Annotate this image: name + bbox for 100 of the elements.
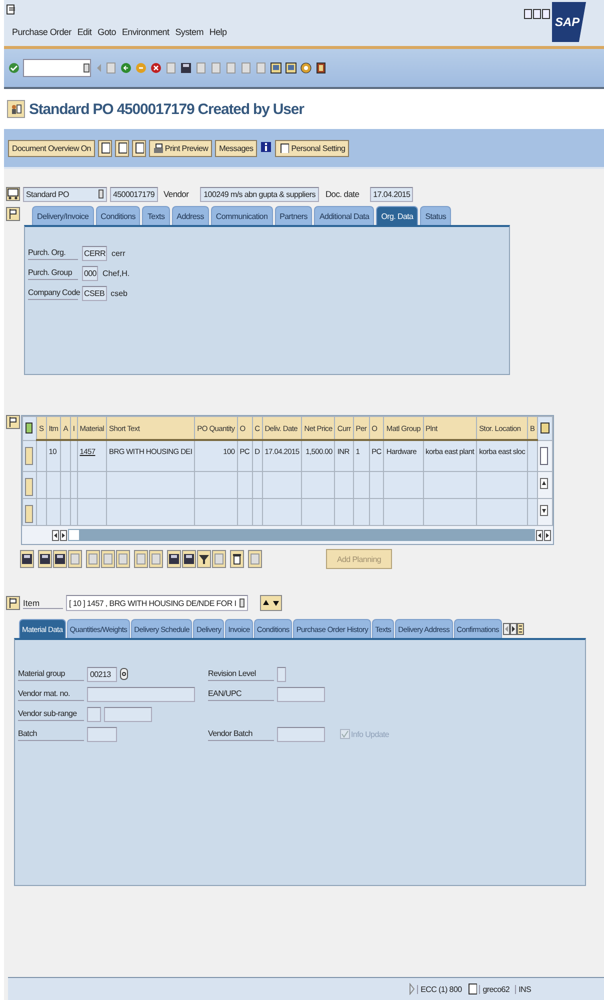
field-label: Batch: [18, 727, 84, 741]
back-icon[interactable]: [120, 62, 132, 74]
system-info: ECC (1) 800: [416, 984, 465, 994]
bin-icon: [231, 553, 243, 565]
system-menu-icon[interactable]: [6, 4, 16, 15]
tab[interactable]: Communication: [210, 206, 273, 225]
blank-document-icon: [87, 553, 99, 565]
horizontal-scrollbar[interactable]: [68, 529, 535, 541]
menu-item[interactable]: System: [175, 27, 204, 37]
dropdown-icon[interactable]: [239, 598, 246, 608]
print-preview-button[interactable]: Print Preview: [148, 140, 212, 156]
blank-document-icon: [150, 553, 162, 565]
field-label: EAN/UPC: [208, 687, 274, 701]
cancel-icon[interactable]: [150, 62, 162, 74]
checkbox-label: Info Update: [351, 730, 390, 738]
scroll-thumb[interactable]: [540, 446, 548, 464]
row-selector[interactable]: [25, 505, 33, 523]
next-item-icon[interactable]: [271, 596, 282, 610]
input-mode[interactable]: INS: [514, 984, 534, 994]
item-dropdown[interactable]: [ 10 ] 1457 , BRG WITH HOUSING DE/NDE FOR I: [66, 595, 248, 611]
tab-right-icon[interactable]: [510, 623, 517, 635]
field-description: Chef,H.: [102, 268, 130, 278]
scroll-right-icon[interactable]: [60, 530, 67, 540]
ean-upc-field[interactable]: [277, 686, 325, 702]
tab[interactable]: Status: [420, 206, 452, 225]
cart-icon[interactable]: [6, 187, 20, 201]
field-description: cseb: [110, 288, 128, 298]
blank-document-icon: [69, 553, 81, 565]
tab[interactable]: Partners: [274, 206, 312, 225]
blank-document-icon: [117, 553, 129, 565]
tab[interactable]: Additional Data: [314, 206, 374, 225]
funnel-icon: [198, 553, 210, 565]
document-icon: [134, 142, 144, 154]
menu-item[interactable]: Edit: [77, 27, 92, 37]
code-field[interactable]: CERR: [82, 246, 108, 260]
close-icon[interactable]: [542, 9, 550, 19]
sub-range-description-field[interactable]: [104, 706, 152, 722]
dropdown-icon[interactable]: [83, 63, 90, 73]
previous-item-icon[interactable]: [261, 596, 272, 610]
search-help-icon[interactable]: [120, 668, 128, 680]
vendor-field[interactable]: 100249 m/s abn gupta & suppliers: [200, 186, 320, 202]
system-list-icon[interactable]: [466, 983, 477, 995]
tab-left-icon[interactable]: [502, 623, 510, 635]
dropdown-icon[interactable]: [98, 189, 104, 199]
batch-field[interactable]: [87, 726, 117, 742]
field-label: Revision Level: [208, 667, 274, 681]
document-icon: [100, 142, 110, 154]
window-title: Standard PO 4500017179 Created by User: [29, 100, 304, 118]
menu-item[interactable]: Goto: [98, 27, 116, 37]
overview-button[interactable]: Document Overview On: [8, 140, 95, 156]
date-field[interactable]: 17.04.2015: [370, 186, 414, 202]
scroll-right-icon[interactable]: [544, 530, 551, 540]
scroll-left-icon[interactable]: [536, 530, 543, 540]
field-label: Material group: [18, 667, 84, 681]
tab-list-icon[interactable]: [516, 623, 524, 635]
revision-level-field[interactable]: [277, 666, 286, 682]
scroll-up-icon[interactable]: [540, 478, 548, 489]
document-icon: [279, 143, 290, 153]
blank-document-icon: [213, 553, 225, 565]
code-field[interactable]: 000: [82, 266, 98, 280]
expand-icon[interactable]: [408, 983, 415, 995]
menu-item[interactable]: Environment: [122, 27, 170, 37]
row-selector[interactable]: [25, 478, 33, 496]
menu-item[interactable]: Help: [209, 27, 227, 37]
field-label: Vendor sub-range: [18, 707, 84, 721]
code-field[interactable]: CSEB: [82, 286, 107, 300]
scroll-left-icon[interactable]: [52, 530, 59, 540]
settings-button[interactable]: Personal Setting: [275, 140, 350, 156]
scroll-down-icon[interactable]: [540, 505, 548, 516]
restore-icon[interactable]: [533, 9, 541, 19]
tab[interactable]: Org. Data: [376, 206, 418, 225]
vendor-material-field[interactable]: [87, 686, 195, 702]
filter-button[interactable]: [197, 550, 211, 568]
field-label: Vendor mat. no.: [18, 687, 84, 701]
server-name: greco62: [478, 984, 513, 994]
row-selector[interactable]: [25, 446, 33, 464]
messages-button[interactable]: Messages: [215, 140, 258, 156]
field-label: Purch. Org.: [28, 246, 78, 260]
tab[interactable]: Texts: [142, 206, 170, 225]
blank-document-icon: [249, 553, 261, 565]
tab[interactable]: Address: [172, 206, 209, 225]
minimize-icon[interactable]: [524, 9, 532, 19]
material-group-field[interactable]: 00213: [87, 666, 117, 682]
command-field[interactable]: [23, 59, 91, 77]
tab[interactable]: Delivery/Invoice: [32, 206, 94, 225]
sub-range-field[interactable]: [87, 706, 101, 722]
blank-document-icon: [135, 553, 147, 565]
document-type-field[interactable]: Standard PO: [23, 186, 107, 202]
po-number-field[interactable]: 4500017179: [110, 186, 158, 202]
tab[interactable]: Conditions: [96, 206, 140, 225]
check-icon: [341, 730, 349, 738]
enter-icon[interactable]: [8, 62, 20, 74]
menu-item[interactable]: Purchase Order: [12, 27, 72, 37]
people-icon: [10, 103, 22, 115]
info-icon[interactable]: [260, 141, 272, 155]
field-label: Item: [23, 598, 63, 608]
blank-document-icon: [102, 553, 114, 565]
header-toggle-button[interactable]: [7, 100, 25, 118]
field-label: Purch. Group: [28, 266, 78, 280]
vendor-batch-field[interactable]: [277, 726, 325, 742]
